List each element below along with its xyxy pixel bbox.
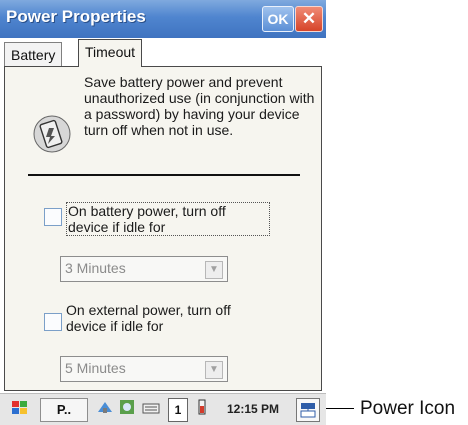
- running-task-button[interactable]: P..: [40, 398, 88, 422]
- description-text: Save battery power and prevent unauthori…: [84, 74, 315, 138]
- tab-battery[interactable]: Battery: [4, 42, 63, 67]
- tab-timeout[interactable]: Timeout: [78, 39, 143, 67]
- power-icon-callout: Power Icon: [360, 398, 456, 419]
- callout-line: [326, 408, 354, 409]
- network-icon[interactable]: [96, 398, 114, 420]
- clock[interactable]: 12:15 PM: [212, 398, 294, 420]
- pocket-pc-screen: Power Properties OK ✕ Battery Timeout Sa…: [0, 0, 326, 425]
- battery-idle-checkbox[interactable]: [44, 208, 62, 226]
- power-icon[interactable]: [296, 398, 320, 422]
- battery-icon: [33, 115, 71, 153]
- battery-idle-value: 3 Minutes: [65, 260, 126, 276]
- taskbar: P.. 1 12:15 PM: [0, 393, 326, 425]
- sync-icon[interactable]: [118, 398, 136, 420]
- external-idle-label[interactable]: On external power, turn off device if id…: [66, 302, 266, 334]
- window-title: Power Properties: [6, 7, 146, 26]
- battery-idle-dropdown[interactable]: 3 Minutes ▼: [60, 256, 228, 282]
- ok-button[interactable]: OK: [262, 6, 294, 32]
- chevron-down-icon[interactable]: ▼: [205, 361, 223, 379]
- close-button[interactable]: ✕: [295, 6, 323, 32]
- title-bar: Power Properties OK ✕: [0, 0, 326, 38]
- tab-strip: Battery Timeout: [0, 38, 326, 67]
- chevron-down-icon[interactable]: ▼: [205, 261, 223, 279]
- battery-idle-label[interactable]: On battery power, turn off device if idl…: [66, 202, 270, 236]
- keyboard-icon[interactable]: [142, 398, 160, 420]
- external-idle-value: 5 Minutes: [65, 360, 126, 376]
- notification-badge[interactable]: 1: [168, 398, 188, 422]
- battery-status-icon[interactable]: [194, 398, 210, 420]
- external-idle-checkbox[interactable]: [44, 313, 62, 331]
- divider: [28, 174, 300, 176]
- external-idle-dropdown[interactable]: 5 Minutes ▼: [60, 356, 228, 382]
- windows-flag-icon[interactable]: [10, 398, 30, 420]
